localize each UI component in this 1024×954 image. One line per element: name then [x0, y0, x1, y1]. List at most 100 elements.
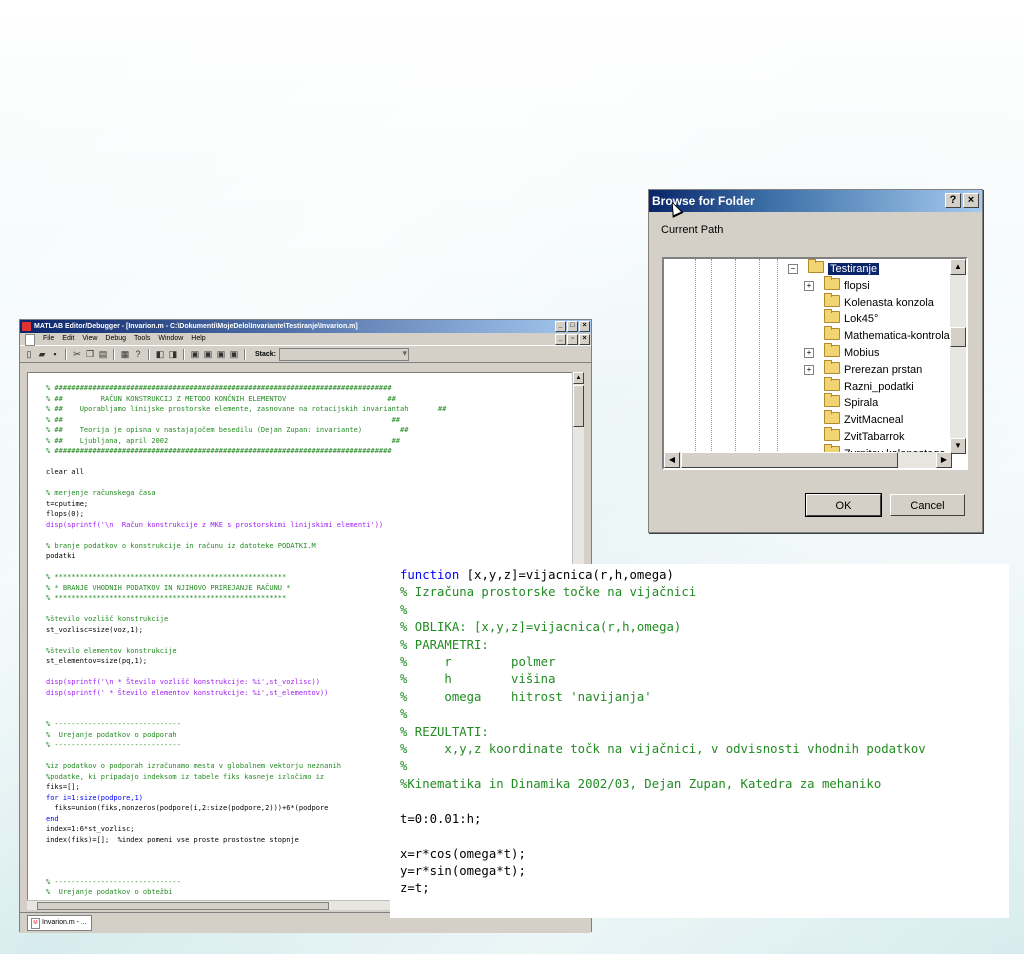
editor-code-line: st_vozlisc=size(voz,1); [46, 625, 143, 634]
editor-code-line: disp(sprintf('\n Račun konstrukcije z MK… [46, 520, 384, 529]
expand-icon[interactable]: + [804, 364, 814, 375]
hscroll-thumb[interactable] [37, 902, 329, 910]
m-file-icon: M [31, 918, 40, 929]
expand-icon[interactable]: + [804, 348, 814, 358]
menu-tools[interactable]: Tools [134, 333, 150, 345]
document-icon [25, 334, 35, 346]
expand-icon[interactable]: + [804, 280, 814, 291]
tree-horizontal-scrollbar[interactable]: ◀ ▶ [664, 452, 952, 468]
toolbar-separator [244, 348, 246, 360]
folder-item[interactable]: Prerezan prstan [824, 359, 923, 378]
menu-help[interactable]: Help [191, 333, 205, 345]
print-icon[interactable]: ▦ [120, 349, 130, 359]
tree-scroll-down-icon[interactable]: ▼ [950, 438, 966, 454]
tree-hscroll-thumb[interactable] [681, 452, 898, 468]
tree-scroll-right-icon[interactable]: ▶ [936, 452, 952, 468]
folder-item[interactable]: Mathematica-kontrola [824, 326, 950, 344]
save-icon[interactable]: ▪ [50, 349, 60, 359]
folder-item-label: Razni_podatki [844, 380, 914, 393]
toolbar-separator [148, 348, 150, 360]
editor-code-line: index(fiks)=[]; %index pomeni vse proste… [46, 835, 299, 844]
folder-tree[interactable]: Testiranje flopsi Kolenasta konzola Lok45° M… [662, 257, 968, 470]
step-icon[interactable]: ▣ [190, 349, 200, 359]
overlay-code-line: z=t; [400, 881, 430, 896]
step-in-icon[interactable]: ▣ [203, 349, 213, 359]
dialog-close-button[interactable]: × [963, 193, 979, 208]
editor-code-line: t=cputime; [46, 499, 89, 508]
editor-code-line: st_elementov=size(pq,1); [46, 657, 148, 665]
paste-icon[interactable]: ▤ [98, 349, 108, 359]
editor-code-line: % ## RAČUN KONSTRUKCIJ Z METODO KONČNIH … [46, 394, 396, 403]
overlay-code-line: % Izračuna prostorske točke na vijačnici [400, 585, 697, 600]
file-tab[interactable]: M Invarion.m - ... [27, 915, 92, 931]
doc-close-button[interactable]: × [579, 334, 590, 345]
tree-guide [759, 259, 761, 459]
menu-window[interactable]: Window [158, 333, 183, 345]
overlay-code-line: %Kinematika in Dinamika 2002/03, Dejan Z… [400, 776, 882, 791]
folder-item[interactable]: Lok45° [824, 309, 878, 327]
ok-button[interactable]: OK [805, 493, 882, 517]
scroll-thumb[interactable] [573, 385, 584, 427]
browse-folder-dialog: Browse for Folder ? × Current Path Testi… [648, 189, 983, 533]
dialog-titlebar[interactable]: Browse for Folder ? × [649, 190, 982, 218]
tree-scroll-thumb[interactable] [950, 327, 966, 347]
folder-item[interactable]: Razni_podatki [824, 376, 914, 395]
folder-icon [824, 326, 840, 341]
tree-vertical-scrollbar[interactable]: ▲ ▼ [950, 259, 966, 454]
menu-file[interactable]: File [43, 333, 54, 345]
step-out-icon[interactable]: ▣ [216, 349, 226, 359]
folder-icon [824, 275, 840, 290]
folder-icon [824, 410, 840, 425]
tree-guide [711, 259, 713, 459]
scroll-up-icon[interactable]: ▲ [573, 372, 584, 384]
folder-item[interactable]: ZvitTabarrok [824, 427, 905, 445]
folder-item[interactable]: Mobius [824, 343, 879, 361]
editor-titlebar[interactable]: MATLAB Editor/Debugger - [Invarion.m - C… [20, 320, 591, 333]
editor-code-line: flops(0); [46, 510, 84, 518]
folder-item[interactable]: flopsi [824, 275, 870, 294]
maximize-button[interactable]: □ [567, 321, 578, 332]
editor-code-line: % ------------------------------ [46, 720, 181, 728]
doc-restore-button[interactable]: ▫ [567, 334, 578, 345]
overlay-code-line: % x,y,z koordinate točk na vijačnici, v … [400, 742, 926, 757]
folder-item[interactable]: ZvitMacneal [824, 410, 904, 428]
editor-code-line: podatki [46, 552, 76, 560]
editor-horizontal-scrollbar[interactable] [27, 900, 412, 910]
close-button[interactable]: × [579, 321, 590, 332]
tree-scroll-up-icon[interactable]: ▲ [950, 259, 966, 275]
new-file-icon[interactable]: ▯ [24, 349, 34, 359]
breakpoint-set-icon[interactable]: ◧ [155, 349, 165, 359]
overlay-code-line: % [400, 602, 408, 617]
copy-icon[interactable]: ❐ [85, 349, 95, 359]
editor-menubar: File Edit View Debug Tools Window Help _… [20, 333, 591, 346]
cut-icon[interactable]: ✂ [72, 349, 82, 359]
open-folder-icon[interactable]: ▰ [37, 349, 47, 359]
help-icon[interactable]: ? [133, 349, 143, 359]
menu-debug[interactable]: Debug [105, 333, 126, 345]
overlay-code-line: % [400, 707, 408, 722]
folder-item[interactable]: Testiranje [808, 259, 880, 277]
folder-icon [824, 292, 840, 307]
current-path-label: Current Path [661, 224, 724, 236]
overlay-code-line: t=0:0.01:h; [400, 811, 482, 826]
folder-item[interactable]: Spirala [824, 393, 878, 411]
collapse-icon[interactable]: − [788, 264, 798, 274]
folder-icon [824, 427, 840, 441]
dialog-help-button[interactable]: ? [945, 193, 961, 208]
tree-scroll-left-icon[interactable]: ◀ [664, 452, 680, 468]
minimize-button[interactable]: _ [555, 321, 566, 332]
overlay-code-line: % OBLIKA: [x,y,z]=vijacnica(r,h,omega) [400, 620, 682, 635]
folder-item-label: Prerezan prstan [844, 363, 923, 376]
toolbar-separator [65, 348, 67, 360]
breakpoint-clear-icon[interactable]: ◨ [168, 349, 178, 359]
folder-item[interactable]: Kolenasta konzola [824, 292, 934, 311]
menu-edit[interactable]: Edit [62, 333, 74, 345]
doc-minimize-button[interactable]: _ [555, 334, 566, 345]
menu-view[interactable]: View [82, 333, 97, 345]
stack-dropdown[interactable] [279, 347, 410, 361]
folder-item-label: ZvitTabarrok [844, 431, 905, 443]
cancel-button[interactable]: Cancel [890, 494, 965, 516]
folder-icon [824, 343, 840, 357]
continue-icon[interactable]: ▣ [229, 349, 239, 359]
folder-item-label: ZvitMacneal [844, 414, 904, 427]
